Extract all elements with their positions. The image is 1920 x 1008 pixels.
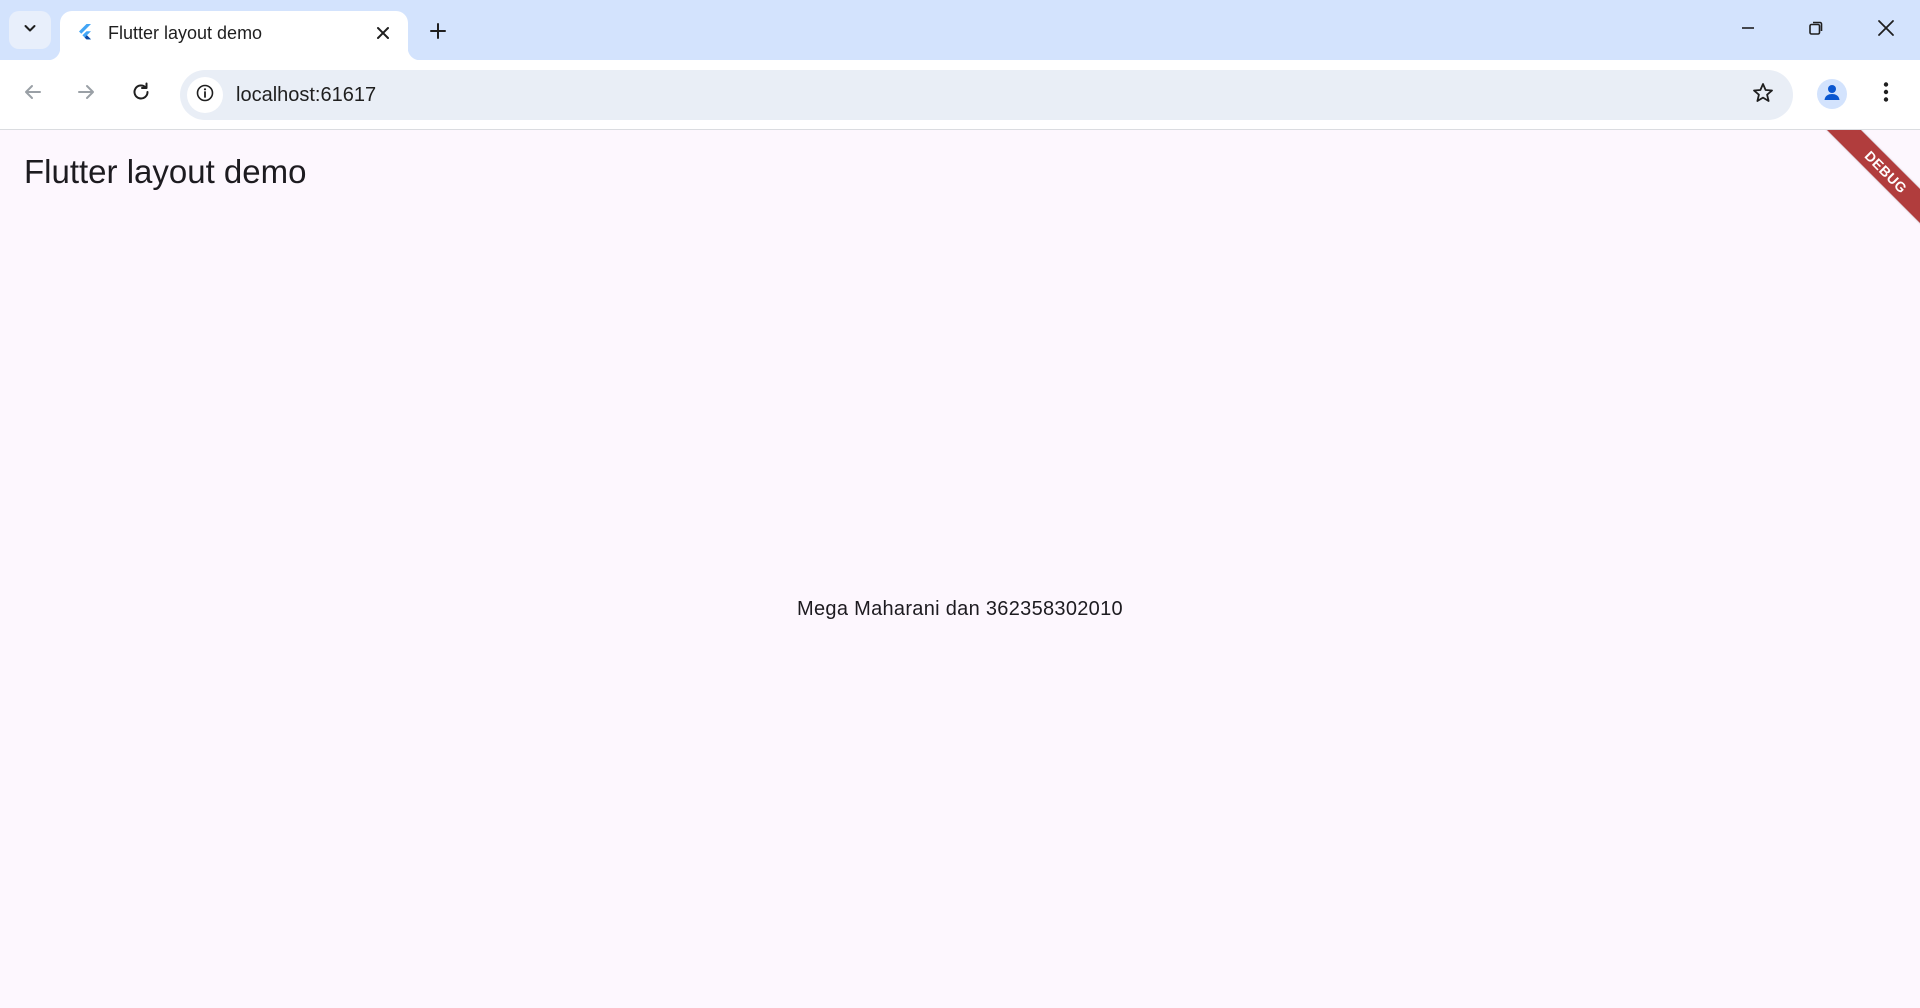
forward-button[interactable] xyxy=(66,74,106,114)
close-window-button[interactable] xyxy=(1852,0,1920,60)
close-icon xyxy=(1877,19,1895,42)
arrow-left-icon xyxy=(22,81,44,108)
debug-banner-label: DEBUG xyxy=(1820,130,1920,238)
restore-icon xyxy=(1808,20,1824,41)
bookmark-button[interactable] xyxy=(1745,77,1781,113)
restore-button[interactable] xyxy=(1782,0,1850,60)
chevron-down-icon xyxy=(22,20,38,41)
back-button[interactable] xyxy=(13,74,53,114)
profile-button[interactable] xyxy=(1812,74,1852,114)
arrow-right-icon xyxy=(75,81,97,108)
site-info-button[interactable] xyxy=(187,77,223,113)
browser-tab[interactable]: Flutter layout demo xyxy=(48,11,420,60)
tab-title: Flutter layout demo xyxy=(108,23,263,43)
minimize-icon xyxy=(1740,20,1756,41)
avatar xyxy=(1817,79,1847,109)
minimize-button[interactable] xyxy=(1714,0,1782,60)
plus-icon xyxy=(429,22,447,45)
debug-banner: DEBUG xyxy=(1800,130,1920,250)
address-bar[interactable]: localhost:61617 xyxy=(180,70,1793,120)
flutter-logo-icon xyxy=(75,22,95,42)
new-tab-button[interactable] xyxy=(421,16,455,50)
page-title: Flutter layout demo xyxy=(24,153,307,190)
info-icon xyxy=(195,83,215,108)
more-vertical-icon xyxy=(1883,81,1889,108)
reload-button[interactable] xyxy=(121,74,161,114)
browser-toolbar: localhost:61617 xyxy=(0,60,1920,130)
star-icon xyxy=(1751,81,1775,110)
url-text[interactable]: localhost:61617 xyxy=(236,83,376,107)
reload-icon xyxy=(130,81,152,108)
body-text: Mega Maharani dan 362358302010 xyxy=(797,598,1123,620)
person-icon xyxy=(1821,81,1843,108)
tab-strip: Flutter layout demo xyxy=(0,0,1920,60)
close-tab-icon[interactable] xyxy=(370,20,396,46)
browser-menu-button[interactable] xyxy=(1866,74,1906,114)
app-page: Flutter layout demo Mega Maharani dan 36… xyxy=(0,130,1920,1008)
tab-search-button[interactable] xyxy=(9,11,51,49)
